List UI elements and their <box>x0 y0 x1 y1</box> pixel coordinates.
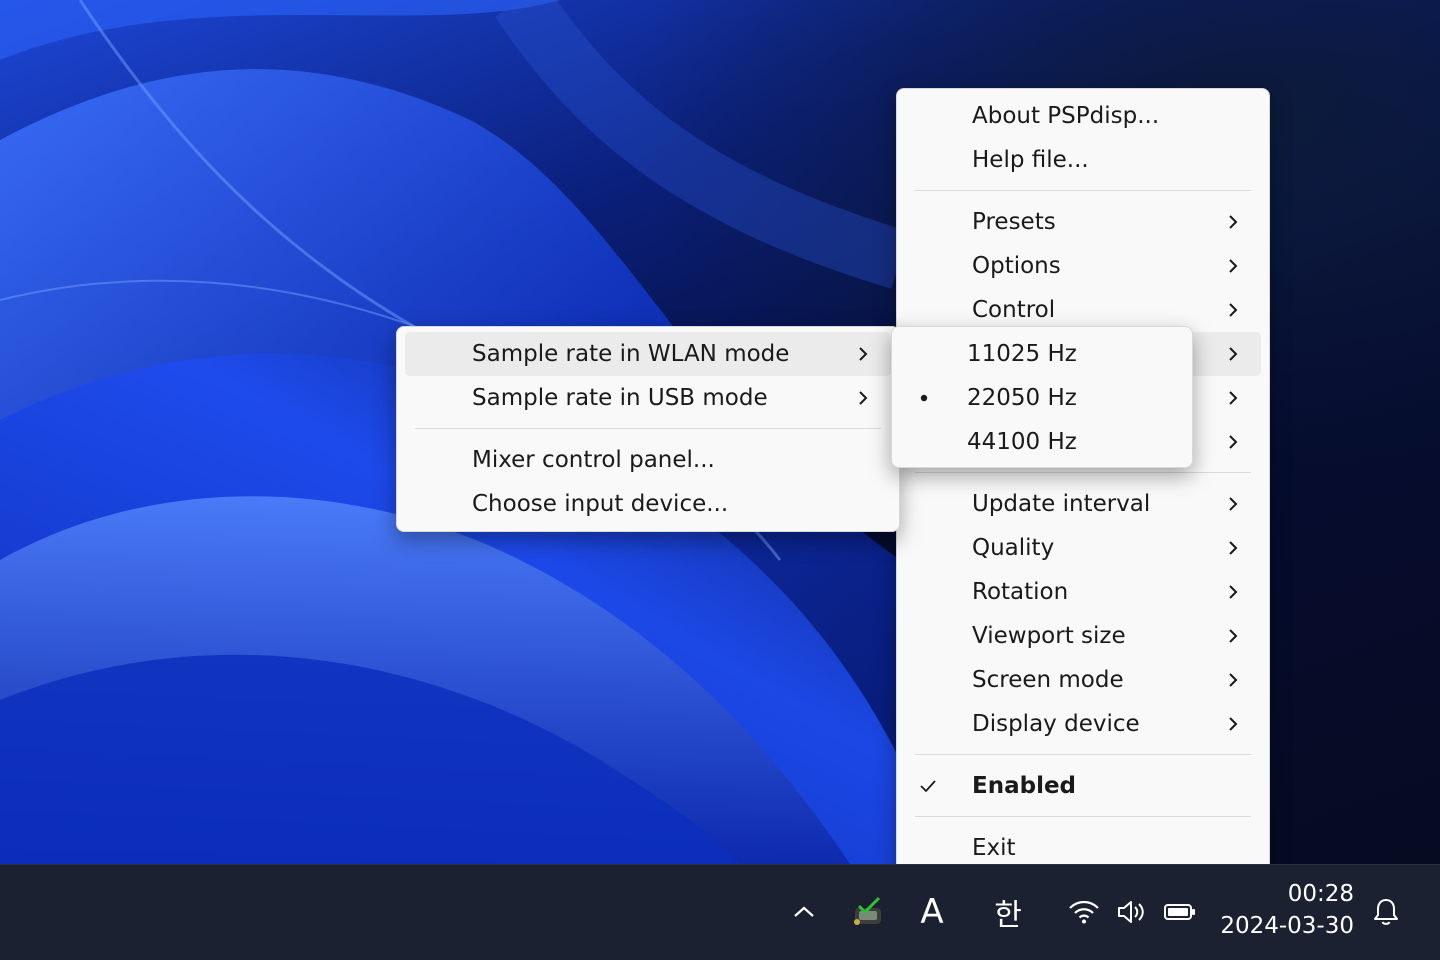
volume-icon[interactable] <box>1110 884 1152 940</box>
menu-item-label: Display device <box>972 711 1140 737</box>
wifi-icon[interactable] <box>1064 884 1104 940</box>
menu-item-label: Screen mode <box>972 667 1124 693</box>
sample-rate-submenu: 11025 Hz 22050 Hz 44100 Hz <box>891 326 1193 468</box>
menu-item-mixer-control-panel[interactable]: Mixer control panel... <box>405 438 891 482</box>
chevron-right-icon <box>1227 376 1239 420</box>
menu-item-label: Control <box>972 297 1056 323</box>
chevron-right-icon <box>1227 332 1239 376</box>
radio-dot-icon <box>920 376 928 420</box>
menu-item-label: Update interval <box>972 491 1151 517</box>
menu-item-choose-input-device[interactable]: Choose input device... <box>405 482 891 526</box>
menu-item-label: Mixer control panel... <box>472 447 715 473</box>
menu-item-enabled[interactable]: Enabled <box>905 764 1261 808</box>
chevron-right-icon <box>1227 244 1239 288</box>
chevron-up-icon[interactable] <box>784 884 824 940</box>
menu-item-label: Sample rate in WLAN mode <box>472 341 790 367</box>
battery-icon[interactable] <box>1160 884 1200 940</box>
chevron-right-icon <box>1227 614 1239 658</box>
checkmark-icon <box>919 764 937 808</box>
menu-item-rotation[interactable]: Rotation <box>905 570 1261 614</box>
menu-item-label: Enabled <box>972 773 1077 799</box>
menu-item-label: Quality <box>972 535 1055 561</box>
chevron-right-icon <box>1227 570 1239 614</box>
menu-item-label: Choose input device... <box>472 491 729 517</box>
korean-label: 한 <box>994 898 1022 933</box>
ime-label: A <box>920 892 944 932</box>
clock-time: 00:28 <box>1287 881 1354 907</box>
menu-item-label: Exit <box>972 835 1016 861</box>
chevron-right-icon <box>857 376 869 420</box>
menu-item-11025-hz[interactable]: 11025 Hz <box>900 332 1184 376</box>
menu-item-about[interactable]: About PSPdisp... <box>905 94 1261 138</box>
menu-item-help[interactable]: Help file... <box>905 138 1261 182</box>
menu-item-label: Sample rate in USB mode <box>472 385 768 411</box>
chevron-right-icon <box>857 332 869 376</box>
menu-item-quality[interactable]: Quality <box>905 526 1261 570</box>
chevron-right-icon <box>1227 526 1239 570</box>
menu-item-sample-rate-wlan[interactable]: Sample rate in WLAN mode <box>405 332 891 376</box>
menu-item-update-interval[interactable]: Update interval <box>905 482 1261 526</box>
menu-item-sample-rate-usb[interactable]: Sample rate in USB mode <box>405 376 891 420</box>
chevron-right-icon <box>1227 482 1239 526</box>
chevron-right-icon <box>1227 420 1239 464</box>
menu-item-label: Rotation <box>972 579 1069 605</box>
chevron-right-icon <box>1227 702 1239 746</box>
menu-item-options[interactable]: Options <box>905 244 1261 288</box>
chevron-right-icon <box>1227 200 1239 244</box>
menu-item-label: Presets <box>972 209 1056 235</box>
main-context-menu: About PSPdisp... Help file... Presets Op… <box>896 88 1270 876</box>
menu-item-22050-hz[interactable]: 22050 Hz <box>900 376 1184 420</box>
audio-submenu: Sample rate in WLAN mode Sample rate in … <box>396 326 900 532</box>
menu-item-label: 44100 Hz <box>967 429 1077 455</box>
chevron-right-icon <box>1227 658 1239 702</box>
menu-item-label: 22050 Hz <box>967 385 1077 411</box>
menu-separator <box>915 190 1251 191</box>
menu-separator <box>415 428 881 429</box>
menu-item-label: 11025 Hz <box>967 341 1077 367</box>
ime-korean-icon[interactable]: 한 <box>984 884 1032 940</box>
menu-separator <box>915 754 1251 755</box>
menu-item-display-device[interactable]: Display device <box>905 702 1261 746</box>
menu-item-screen-mode[interactable]: Screen mode <box>905 658 1261 702</box>
menu-item-presets[interactable]: Presets <box>905 200 1261 244</box>
menu-item-44100-hz[interactable]: 44100 Hz <box>900 420 1184 464</box>
chevron-right-icon <box>1227 288 1239 332</box>
taskbar-clock[interactable]: 00:28 2024-03-30 <box>1220 878 1354 942</box>
menu-separator <box>915 472 1251 473</box>
bell-icon[interactable] <box>1366 884 1406 940</box>
menu-item-label: Help file... <box>972 147 1089 173</box>
menu-item-label: About PSPdisp... <box>972 103 1160 129</box>
menu-item-viewport-size[interactable]: Viewport size <box>905 614 1261 658</box>
menu-separator <box>915 816 1251 817</box>
menu-item-label: Options <box>972 253 1061 279</box>
clock-date: 2024-03-30 <box>1220 913 1354 939</box>
pspdisp-icon[interactable] <box>846 884 890 940</box>
ime-a-icon[interactable]: A <box>910 884 954 940</box>
menu-item-label: Viewport size <box>972 623 1126 649</box>
